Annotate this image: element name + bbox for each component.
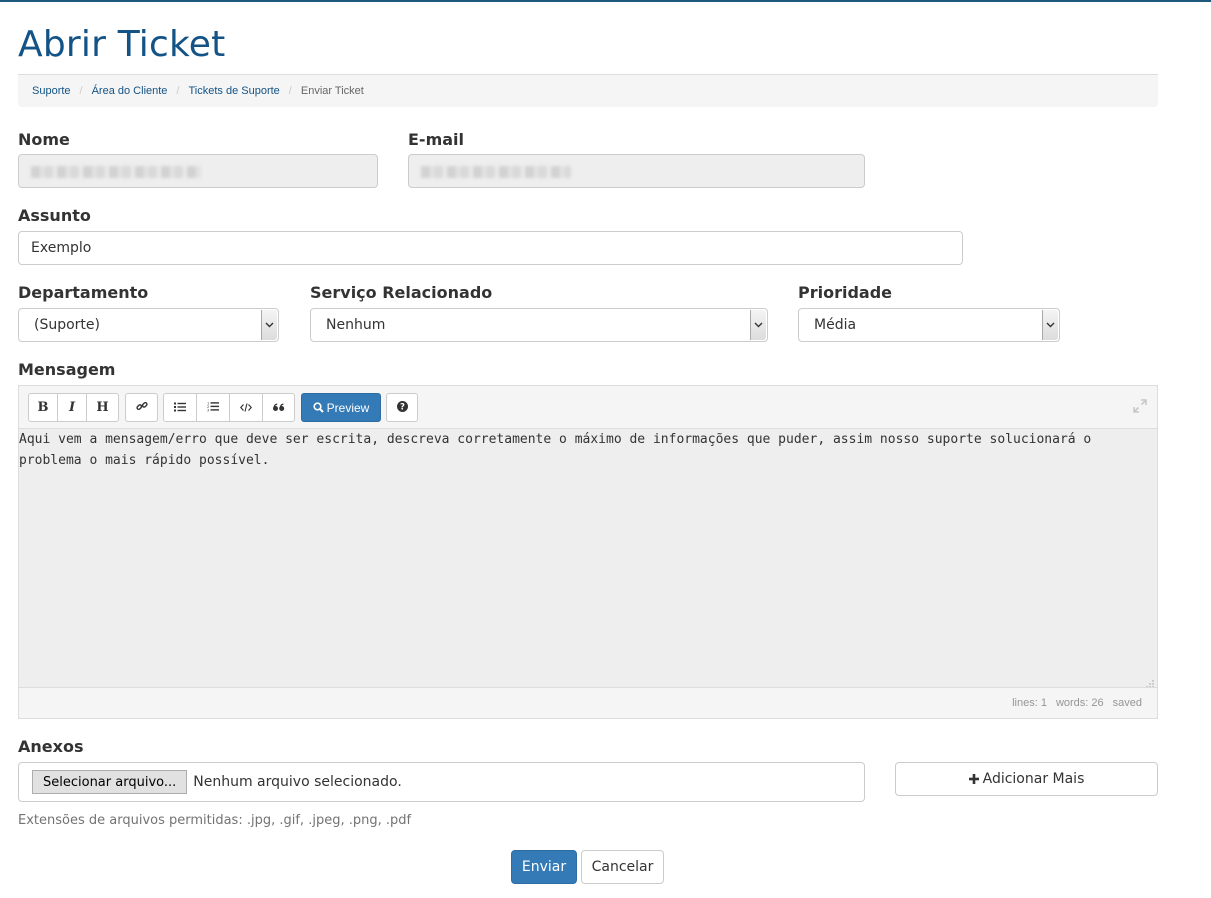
- subject-input[interactable]: Exemplo: [18, 231, 963, 265]
- subject-value: Exemplo: [31, 240, 92, 256]
- subject-label: Assunto: [18, 206, 91, 225]
- related-service-label: Serviço Relacionado: [310, 283, 493, 302]
- priority-select[interactable]: Média: [798, 308, 1060, 342]
- name-label: Nome: [18, 130, 70, 149]
- breadcrumb-current: Enviar Ticket: [300, 85, 364, 97]
- file-status-text: Nenhum arquivo selecionado.: [193, 774, 402, 790]
- attachments-label: Anexos: [18, 737, 84, 756]
- code-button[interactable]: [229, 393, 263, 422]
- fullscreen-icon[interactable]: [1133, 399, 1147, 418]
- search-icon: [313, 402, 324, 413]
- quote-icon: [272, 400, 285, 415]
- help-button[interactable]: ?: [386, 393, 418, 422]
- redacted-email: [421, 166, 571, 178]
- preview-label: Preview: [326, 400, 370, 415]
- status-saved: saved: [1112, 697, 1142, 709]
- link-button-group: [125, 393, 158, 422]
- file-input[interactable]: Selecionar arquivo... Nenhum arquivo sel…: [18, 762, 865, 802]
- related-service-select[interactable]: Nenhum: [310, 308, 768, 342]
- priority-label: Prioridade: [798, 283, 893, 302]
- ordered-list-icon: 123: [207, 400, 219, 415]
- link-icon: [135, 400, 148, 415]
- list-button-group: 123: [163, 393, 295, 422]
- chevron-down-icon[interactable]: [261, 310, 277, 340]
- breadcrumb-suporte[interactable]: Suporte: [32, 85, 71, 97]
- svg-text:?: ?: [400, 403, 405, 412]
- add-more-button[interactable]: Adicionar Mais: [895, 762, 1158, 796]
- status-words: words: 26: [1055, 697, 1104, 709]
- breadcrumb-area-cliente[interactable]: Área do Cliente: [92, 85, 168, 97]
- svg-text:3: 3: [207, 409, 209, 413]
- chevron-down-icon[interactable]: [1042, 310, 1058, 340]
- allowed-extensions-text: Extensões de arquivos permitidas: .jpg, …: [18, 813, 412, 828]
- email-field[interactable]: [408, 154, 865, 188]
- choose-file-button[interactable]: Selecionar arquivo...: [32, 770, 188, 794]
- top-accent-line: [0, 0, 1211, 2]
- link-button[interactable]: [125, 393, 158, 422]
- help-button-group: ?: [386, 393, 418, 422]
- heading-button[interactable]: H: [86, 393, 119, 422]
- plus-icon: [968, 774, 979, 784]
- unordered-list-icon: [174, 400, 186, 415]
- page-title: Abrir Ticket: [18, 24, 226, 65]
- department-select[interactable]: (Suporte): [18, 308, 279, 342]
- breadcrumb: Suporte / Área do Cliente / Tickets de S…: [18, 74, 1158, 107]
- format-button-group: B I H: [28, 393, 119, 422]
- breadcrumb-separator: /: [79, 85, 83, 97]
- submit-button[interactable]: Enviar: [511, 850, 577, 884]
- code-icon: [239, 400, 253, 415]
- markdown-editor: B I H 123 Preview ? Aqui vem a mensagem/…: [18, 385, 1158, 719]
- email-label: E-mail: [408, 130, 465, 149]
- department-label: Departamento: [18, 283, 149, 302]
- related-service-selected: Nenhum: [326, 317, 386, 333]
- ordered-list-button[interactable]: 123: [196, 393, 230, 422]
- help-icon: ?: [396, 400, 408, 415]
- message-textarea[interactable]: Aqui vem a mensagem/erro que deve ser es…: [19, 429, 1157, 687]
- breadcrumb-separator: /: [288, 85, 292, 97]
- preview-button[interactable]: Preview: [301, 393, 381, 422]
- cancel-button[interactable]: Cancelar: [581, 850, 664, 884]
- italic-button[interactable]: I: [57, 393, 87, 422]
- priority-selected: Média: [814, 317, 857, 333]
- redacted-name: [31, 166, 201, 178]
- unordered-list-button[interactable]: [163, 393, 197, 422]
- chevron-down-icon[interactable]: [750, 310, 766, 340]
- name-field[interactable]: [18, 154, 378, 188]
- preview-button-group: Preview: [301, 393, 381, 422]
- add-more-label: Adicionar Mais: [982, 771, 1085, 787]
- department-selected: (Suporte): [34, 317, 100, 333]
- quote-button[interactable]: [262, 393, 295, 422]
- message-label: Mensagem: [18, 360, 116, 379]
- editor-toolbar: B I H 123 Preview ?: [19, 386, 1157, 429]
- breadcrumb-tickets-suporte[interactable]: Tickets de Suporte: [188, 85, 279, 97]
- editor-statusbar: lines: 1 words: 26 saved: [19, 687, 1157, 718]
- breadcrumb-separator: /: [176, 85, 180, 97]
- status-lines: lines: 1: [1012, 697, 1047, 709]
- bold-button[interactable]: B: [28, 393, 58, 422]
